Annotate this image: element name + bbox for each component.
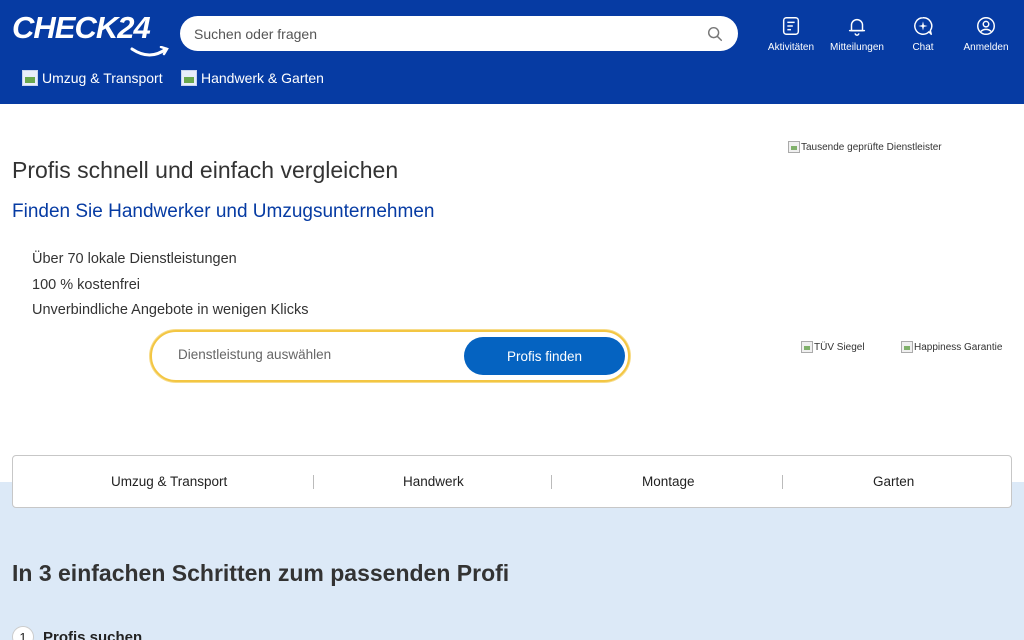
activities-icon (782, 17, 800, 35)
subnav-label: Umzug & Transport (42, 70, 163, 86)
benefit-item: Über 70 lokale Dienstleistungen (32, 251, 237, 267)
page-title: Profis schnell und einfach vergleichen (12, 157, 399, 183)
handwerk-image-icon (181, 70, 197, 86)
subnav-umzug-transport[interactable]: Umzug & Transport (22, 68, 163, 88)
category-bar: Umzug & Transport Handwerk Montage Garte… (12, 455, 1012, 508)
chat-label: Chat (912, 42, 934, 53)
chat-button[interactable]: Chat (891, 15, 955, 59)
logo-text: CHECK24 (12, 10, 151, 45)
verified-providers-badge: Tausende geprüfte Dienstleister (788, 141, 942, 153)
page-subtitle: Finden Sie Handwerker und Umzugsunterneh… (12, 201, 435, 222)
step-item: 1 Profis suchen (12, 626, 142, 640)
badge-alt-text: Happiness Garantie (914, 341, 1003, 353)
check24-logo[interactable]: CHECK24 (12, 10, 169, 57)
benefit-item: Unverbindliche Angebote in wenigen Klick… (32, 302, 309, 318)
step-label: Profis suchen (43, 628, 143, 640)
category-divider (551, 475, 552, 489)
user-icon (977, 17, 995, 35)
login-label: Anmelden (963, 42, 1009, 53)
badge-alt-text: Tausende geprüfte Dienstleister (801, 141, 942, 153)
category-divider (313, 475, 314, 489)
category-handwerk[interactable]: Handwerk (403, 474, 464, 489)
find-profis-button[interactable]: Profis finden (464, 337, 625, 375)
search-bar[interactable] (180, 16, 738, 51)
steps-heading: In 3 einfachen Schritten zum passenden P… (12, 560, 510, 586)
tuv-seal-badge: TÜV Siegel (801, 341, 865, 353)
logo-smile-icon (130, 46, 169, 57)
subnav-label: Handwerk & Garten (201, 70, 324, 86)
service-search: Profis finden (150, 330, 630, 382)
top-header: CHECK24 Aktivitäten Mitteilungen (0, 0, 1024, 104)
activities-button[interactable]: Aktivitäten (759, 15, 823, 59)
category-divider (782, 475, 783, 489)
category-umzug-transport[interactable]: Umzug & Transport (111, 474, 227, 489)
image-placeholder-icon (801, 341, 813, 353)
happiness-guarantee-badge: Happiness Garantie (901, 341, 1002, 353)
benefits-list: Über 70 lokale Dienstleistungen 100 % ko… (32, 250, 308, 327)
image-placeholder-icon (901, 341, 913, 353)
bell-icon (848, 18, 866, 36)
subnav-handwerk-garten[interactable]: Handwerk & Garten (181, 68, 324, 88)
search-icon[interactable] (706, 25, 724, 43)
notifications-button[interactable]: Mitteilungen (825, 15, 889, 59)
activities-label: Aktivitäten (767, 42, 815, 53)
category-montage[interactable]: Montage (642, 474, 695, 489)
service-input[interactable] (178, 347, 448, 362)
benefit-item: 100 % kostenfrei (32, 276, 141, 293)
chat-icon (914, 17, 933, 35)
notifications-label: Mitteilungen (830, 42, 884, 53)
search-input[interactable] (194, 25, 706, 42)
category-garten[interactable]: Garten (873, 474, 914, 489)
step-number: 1 (12, 626, 34, 640)
image-placeholder-icon (788, 141, 800, 153)
badge-alt-text: TÜV Siegel (814, 341, 865, 353)
login-button[interactable]: Anmelden (954, 15, 1018, 59)
umzug-image-icon (22, 70, 38, 86)
